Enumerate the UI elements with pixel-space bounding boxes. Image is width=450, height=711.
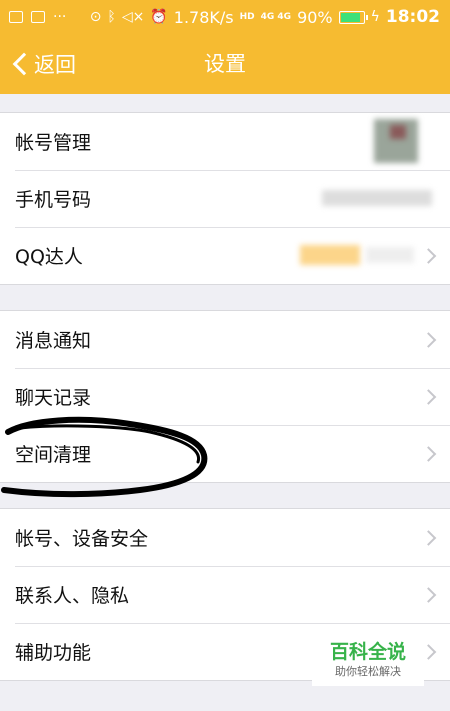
- battery-icon: [338, 10, 368, 24]
- settings-item-account-management[interactable]: 帐号管理: [0, 113, 450, 170]
- mute-icon: ◁×: [121, 9, 145, 25]
- clock: 18:02: [385, 7, 440, 27]
- chevron-right-icon: [420, 586, 437, 603]
- network-speed: 1.78K/s: [173, 7, 234, 27]
- settings-item-phone-number[interactable]: 手机号码: [0, 170, 450, 227]
- network-type: HD: [239, 11, 255, 22]
- chevron-right-icon: [420, 247, 437, 264]
- chevron-right-icon: [420, 388, 437, 405]
- settings-item-label: 帐号、设备安全: [15, 528, 149, 550]
- qq-expert-value: [366, 247, 414, 263]
- settings-item-account-device-security[interactable]: 帐号、设备安全: [0, 509, 450, 566]
- settings-item-notifications[interactable]: 消息通知: [0, 311, 450, 368]
- settings-item-label: 空间清理: [15, 444, 92, 466]
- status-bar: ··· ⊙ ᛒ ◁× ⏰ 1.78K/s HD 4G 4G 90% ϟ 18:0…: [0, 0, 450, 34]
- settings-item-label: QQ达人: [15, 246, 83, 268]
- battery-fill: [340, 12, 360, 22]
- more-icon: ···: [53, 9, 67, 25]
- settings-group-messages: 消息通知 聊天记录 空间清理: [0, 310, 450, 483]
- qq-expert-badge: [300, 245, 360, 265]
- bluetooth-icon: ᛒ: [107, 9, 116, 25]
- settings-item-qq-expert[interactable]: QQ达人: [0, 227, 450, 284]
- settings-item-label: 聊天记录: [15, 387, 92, 409]
- settings-item-label: 手机号码: [15, 189, 92, 211]
- phone-number-value: [322, 190, 432, 206]
- status-right-icons: ⊙ ᛒ ◁× ⏰ 1.78K/s HD 4G 4G 90% ϟ 18:02: [90, 0, 440, 34]
- battery-percent: 90%: [297, 7, 333, 27]
- title-bar: 返回 设置: [0, 34, 450, 94]
- alarm-icon: ⏰: [150, 9, 168, 25]
- charging-icon: ϟ: [370, 9, 380, 25]
- watermark-subtitle: 助你轻松解决: [335, 665, 401, 678]
- settings-item-label: 消息通知: [15, 330, 92, 352]
- settings-item-label: 辅助功能: [15, 642, 92, 664]
- settings-item-storage-cleanup[interactable]: 空间清理: [0, 425, 450, 482]
- status-left-icons: ···: [9, 0, 66, 34]
- chevron-right-icon: [420, 529, 437, 546]
- back-button[interactable]: 返回: [10, 34, 76, 94]
- chevron-right-icon: [420, 331, 437, 348]
- chevron-right-icon: [420, 445, 437, 462]
- back-label: 返回: [34, 53, 76, 77]
- image-icon: [9, 11, 23, 23]
- message-icon: [31, 11, 45, 23]
- settings-item-contacts-privacy[interactable]: 联系人、隐私: [0, 566, 450, 623]
- watermark: 百科全说 助你轻松解决: [312, 636, 424, 686]
- watermark-title: 百科全说: [329, 641, 406, 663]
- chevron-left-icon: [12, 52, 36, 76]
- settings-item-label: 联系人、隐私: [15, 585, 130, 607]
- settings-item-chat-history[interactable]: 聊天记录: [0, 368, 450, 425]
- signal-icon: 4G 4G: [260, 11, 292, 22]
- settings-group-account: 帐号管理 手机号码 QQ达人: [0, 112, 450, 285]
- avatar-detail: [390, 125, 406, 139]
- settings-item-label: 帐号管理: [15, 132, 92, 154]
- location-icon: ⊙: [89, 9, 102, 25]
